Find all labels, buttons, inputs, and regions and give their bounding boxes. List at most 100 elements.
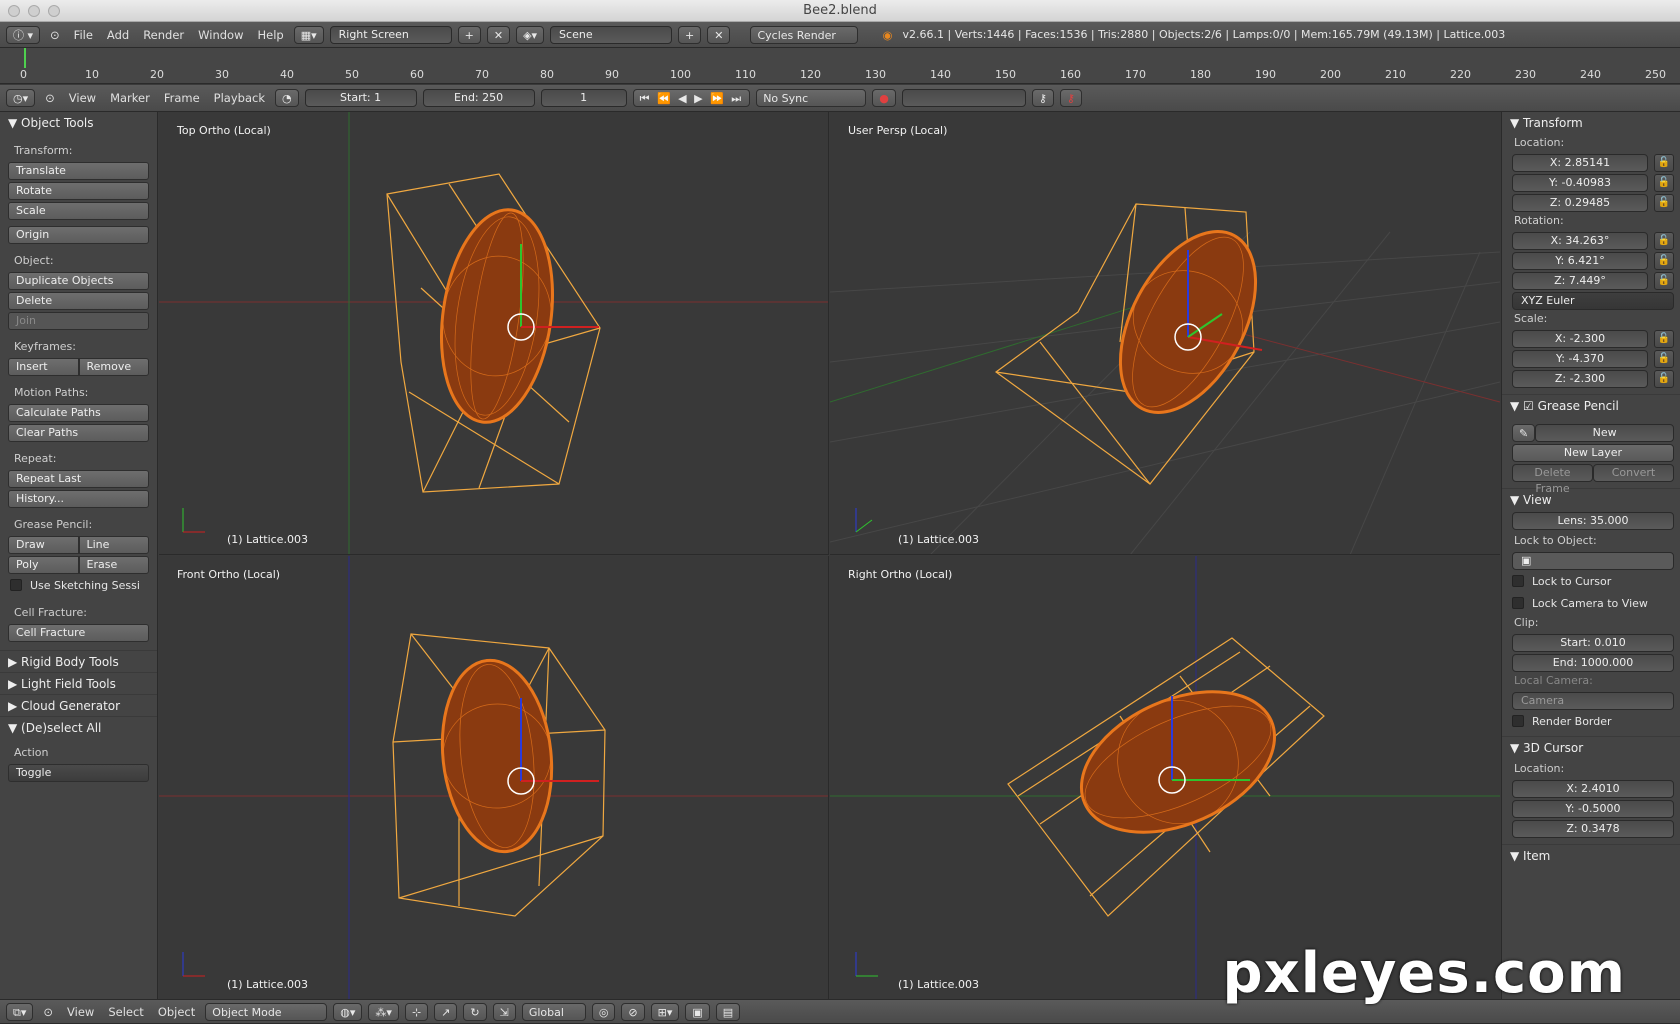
new-grease-button[interactable]: New xyxy=(1535,424,1674,442)
delete-frame-button[interactable]: Delete Frame xyxy=(1512,464,1593,495)
mode-select[interactable]: Object Mode xyxy=(205,1002,328,1021)
gp-erase-button[interactable]: Erase xyxy=(78,556,149,574)
add-screen-button[interactable]: + xyxy=(457,25,481,44)
light-field-tools-header[interactable]: ▶ Light Field Tools xyxy=(0,672,157,694)
select-menu[interactable]: Select xyxy=(104,1005,147,1019)
lock-to-cursor-checkbox[interactable]: Lock to Cursor xyxy=(1502,570,1680,592)
clip-start-field[interactable]: Start: 0.010 xyxy=(1512,634,1674,652)
render-image-icon[interactable]: ▣ xyxy=(685,1002,710,1021)
viewport-user-persp[interactable]: User Persp (Local) (1) Lattice.003 xyxy=(830,112,1500,555)
lock-icon[interactable]: 🔓 xyxy=(1654,252,1674,270)
timeline-menu-playback[interactable]: Playback xyxy=(210,91,269,105)
rotation-x-field[interactable]: X: 34.263° xyxy=(1512,232,1648,250)
remove-keyframe-button[interactable]: Remove xyxy=(78,358,149,376)
timeline-editor-icon[interactable]: ◷▾ xyxy=(6,89,36,107)
scale-manipulator-icon[interactable]: ⇲ xyxy=(492,1002,516,1021)
item-panel-header[interactable]: ▼ Item xyxy=(1502,844,1680,866)
render-border-checkbox[interactable]: Render Border xyxy=(1502,710,1680,732)
rotate-button[interactable]: Rotate xyxy=(8,182,149,200)
rotate-manipulator-icon[interactable]: ↻ xyxy=(463,1002,487,1021)
clear-paths-button[interactable]: Clear Paths xyxy=(8,424,149,442)
cursor-y-field[interactable]: Y: -0.5000 xyxy=(1512,800,1674,818)
gp-line-button[interactable]: Line xyxy=(78,536,149,554)
timeline-menu-frame[interactable]: Frame xyxy=(160,91,204,105)
cursor-z-field[interactable]: Z: 0.3478 xyxy=(1512,820,1674,838)
rigid-body-tools-header[interactable]: ▶ Rigid Body Tools xyxy=(0,650,157,672)
menu-render[interactable]: Render xyxy=(139,28,188,42)
scale-x-field[interactable]: X: -2.300 xyxy=(1512,330,1648,348)
action-toggle-select[interactable]: Toggle xyxy=(8,764,149,782)
rotation-y-field[interactable]: Y: 6.421° xyxy=(1512,252,1648,270)
remove-scene-button[interactable]: ✕ xyxy=(707,25,731,44)
deselect-all-header[interactable]: ▼ (De)select All xyxy=(0,716,157,738)
viewport-top-ortho[interactable]: Top Ortho (Local) (1) Lattice.003 xyxy=(159,112,829,555)
object-menu[interactable]: Object xyxy=(154,1005,199,1019)
timeline-ruler[interactable]: 0 10 20 30 40 50 60 70 80 90 100 110 120 130 140 150 160… xyxy=(0,48,1680,84)
scale-button[interactable]: Scale xyxy=(8,202,149,220)
collapse-icon[interactable]: ⊙ xyxy=(41,91,59,105)
keying-set-field[interactable] xyxy=(901,89,1026,107)
timeline-menu-view[interactable]: View xyxy=(65,91,100,105)
cursor-x-field[interactable]: X: 2.4010 xyxy=(1512,780,1674,798)
sketching-session-checkbox[interactable]: Use Sketching Sessi xyxy=(0,574,157,596)
insert-keyframe-button[interactable]: Insert xyxy=(8,358,79,376)
zoom-window-button[interactable] xyxy=(48,5,60,17)
view-menu[interactable]: View xyxy=(63,1005,98,1019)
editor-type-button[interactable]: ⓘ ▾ xyxy=(6,25,41,44)
remove-screen-button[interactable]: ✕ xyxy=(486,25,511,44)
orientation-select[interactable]: Global xyxy=(521,1002,586,1021)
checkbox-icon[interactable] xyxy=(10,579,22,591)
view-panel-header[interactable]: ▼ View xyxy=(1502,488,1680,510)
pencil-icon[interactable]: ✎ xyxy=(1512,424,1536,442)
scene-selector[interactable]: Scene xyxy=(550,25,673,44)
start-frame-field[interactable]: Start: 1 xyxy=(304,89,417,107)
render-engine-select[interactable]: Cycles Render xyxy=(750,25,859,44)
preview-range-icon[interactable]: ◔ xyxy=(274,89,299,107)
new-layer-button[interactable]: New Layer xyxy=(1512,444,1674,462)
gp-poly-button[interactable]: Poly xyxy=(8,556,79,574)
cell-fracture-button[interactable]: Cell Fracture xyxy=(8,624,149,642)
convert-button[interactable]: Convert xyxy=(1593,464,1674,482)
clip-end-field[interactable]: End: 1000.000 xyxy=(1512,654,1674,672)
translate-button[interactable]: Translate xyxy=(8,162,149,180)
menu-file[interactable]: File xyxy=(70,28,97,42)
rotation-mode-select[interactable]: XYZ Euler xyxy=(1512,292,1674,310)
camera-field[interactable]: Camera xyxy=(1512,692,1674,710)
keyframe-insert-icon[interactable]: ⚷ xyxy=(1031,89,1054,107)
screen-selector[interactable]: Right Screen xyxy=(329,25,452,44)
lock-object-field[interactable]: ▣ xyxy=(1512,552,1674,570)
menu-add[interactable]: Add xyxy=(103,28,133,42)
lock-icon[interactable]: 🔓 xyxy=(1654,350,1674,368)
render-animation-icon[interactable]: ▤ xyxy=(715,1002,741,1021)
calculate-paths-button[interactable]: Calculate Paths xyxy=(8,404,149,422)
grease-pencil-header[interactable]: ▼ ☑ Grease Pencil xyxy=(1502,394,1680,416)
lens-field[interactable]: Lens: 35.000 xyxy=(1512,512,1674,530)
lock-icon[interactable]: 🔓 xyxy=(1654,194,1674,212)
viewport-right-ortho[interactable]: Right Ortho (Local) (1) Lattice.003 xyxy=(830,556,1500,999)
manipulator-toggle-icon[interactable]: ⊹ xyxy=(404,1002,429,1021)
editor-type-button[interactable]: ⧉▾ xyxy=(6,1002,34,1021)
screen-layout-icon[interactable]: ▦▾ xyxy=(293,25,324,44)
delete-button[interactable]: Delete xyxy=(8,292,149,310)
location-x-field[interactable]: X: 2.85141 xyxy=(1512,154,1648,172)
translate-manipulator-icon[interactable]: ↗ xyxy=(434,1002,458,1021)
timeline-menu-marker[interactable]: Marker xyxy=(106,91,154,105)
lock-camera-checkbox[interactable]: Lock Camera to View xyxy=(1502,592,1680,614)
collapse-icon[interactable]: ⊙ xyxy=(39,1005,57,1019)
join-button[interactable]: Join xyxy=(8,312,149,330)
current-frame-marker[interactable] xyxy=(24,48,26,68)
pivot-point-icon[interactable]: ⁂▾ xyxy=(368,1002,399,1021)
playback-controls[interactable]: ⏮ ⏪ ◀ ▶ ⏩ ⏭ xyxy=(632,89,751,107)
cloud-generator-header[interactable]: ▶ Cloud Generator xyxy=(0,694,157,716)
viewport-front-ortho[interactable]: Front Ortho (Local) (1) Lattice.003 xyxy=(159,556,829,999)
menu-window[interactable]: Window xyxy=(194,28,247,42)
keyframe-delete-icon[interactable]: ⚷ xyxy=(1059,89,1082,107)
lock-icon[interactable]: 🔓 xyxy=(1654,330,1674,348)
proportional-edit-icon[interactable]: ⊘ xyxy=(621,1002,645,1021)
current-frame-field[interactable]: 1 xyxy=(540,89,627,107)
duplicate-objects-button[interactable]: Duplicate Objects xyxy=(8,272,149,290)
location-y-field[interactable]: Y: -0.40983 xyxy=(1512,174,1648,192)
gp-draw-button[interactable]: Draw xyxy=(8,536,79,554)
scale-y-field[interactable]: Y: -4.370 xyxy=(1512,350,1648,368)
location-z-field[interactable]: Z: 0.29485 xyxy=(1512,194,1648,212)
